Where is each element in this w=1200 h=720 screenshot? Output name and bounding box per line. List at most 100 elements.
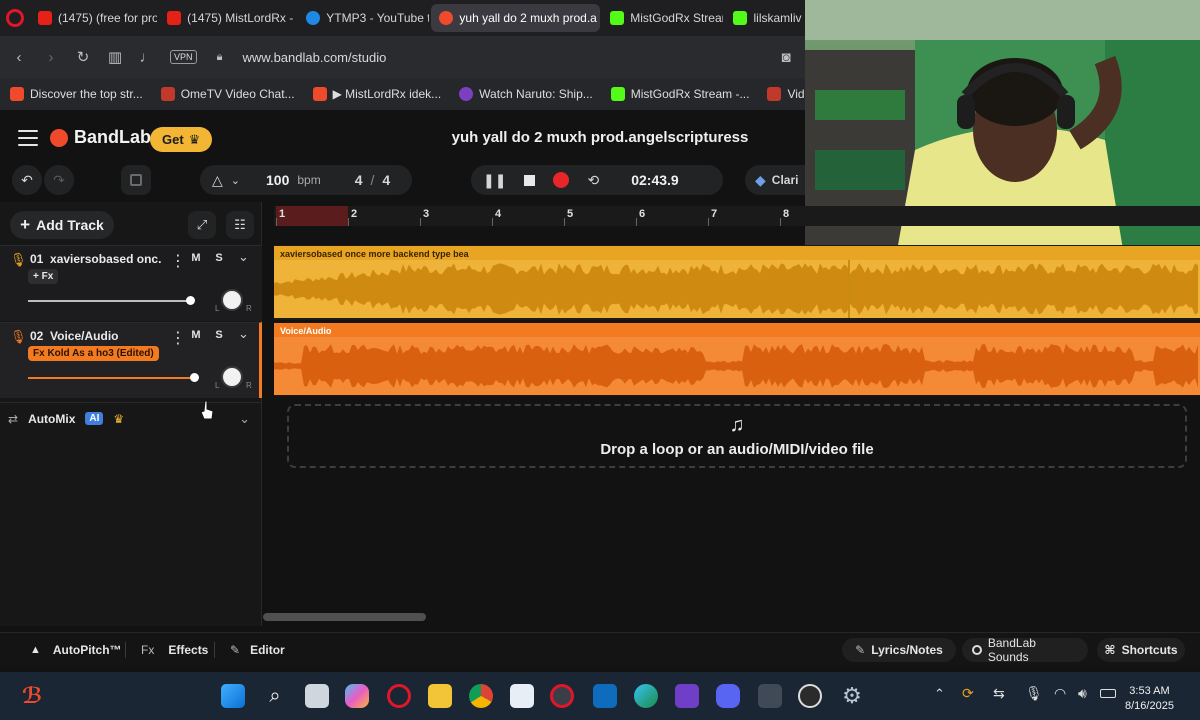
browser-tab[interactable]: (1475) (free for profit): [30, 4, 157, 32]
time-signature-num[interactable]: 4: [355, 172, 363, 188]
volume-slider-handle[interactable]: [186, 296, 195, 305]
bookmark-item[interactable]: Discover the top str...: [10, 87, 143, 101]
more-options-icon[interactable]: ⋮: [170, 251, 186, 271]
copilot-icon[interactable]: [345, 684, 369, 708]
drop-zone[interactable]: ♫ Drop a loop or an audio/MIDI/video fil…: [287, 404, 1187, 468]
chevron-down-icon[interactable]: ⌄: [239, 411, 250, 427]
mute-button[interactable]: M: [187, 326, 205, 344]
shortcuts-button[interactable]: ⌘ Shortcuts: [1097, 638, 1185, 662]
reload-icon[interactable]: ↻: [74, 48, 92, 66]
lyrics-notes-button[interactable]: ✎ Lyrics/Notes: [842, 638, 956, 662]
timeline-ruler[interactable]: [274, 206, 1200, 226]
get-membership-button[interactable]: Get ♛: [150, 127, 213, 152]
audio-region[interactable]: Voice/Audio: [274, 323, 1200, 395]
forward-icon[interactable]: ›: [42, 49, 60, 66]
more-options-icon[interactable]: ⋮: [170, 328, 186, 348]
windows-start-icon[interactable]: [221, 684, 245, 708]
redo-button[interactable]: ↷: [44, 165, 74, 195]
bandlab-logo[interactable]: BandLab: [50, 127, 151, 148]
bookmark-item[interactable]: Video Chat O: [767, 87, 805, 101]
opera-icon[interactable]: [550, 684, 574, 708]
bandlab-taskbar-icon[interactable]: ℬ: [22, 684, 46, 708]
playhead-loop-region[interactable]: [276, 206, 348, 226]
tray-chevron-icon[interactable]: ⌃: [934, 686, 945, 702]
camera-icon[interactable]: [758, 684, 782, 708]
bandlab-sounds-button[interactable]: BandLab Sounds: [962, 636, 1088, 664]
bookmark-item[interactable]: ▶ MistLordRx idek...: [312, 87, 441, 101]
wifi-icon[interactable]: ◠: [1054, 685, 1066, 702]
horizontal-scrollbar[interactable]: [263, 613, 426, 621]
outlook-icon[interactable]: [593, 684, 617, 708]
task-view-icon[interactable]: [305, 684, 329, 708]
chevron-down-icon[interactable]: ⌄: [238, 326, 249, 342]
pan-knob[interactable]: [221, 289, 243, 311]
track-header-selected[interactable]: 🎙︎ 02 Voice/Audio ⋮ M S ⌄ Fx Kold As a h…: [0, 322, 262, 398]
project-title[interactable]: yuh yall do 2 muxh prod.angelscriptures​…: [420, 129, 780, 146]
add-track-button[interactable]: + Add Track: [10, 211, 114, 239]
microphone-icon[interactable]: 🎙︎: [1025, 685, 1043, 702]
network-status-icon[interactable]: ⇆: [993, 685, 1005, 702]
chrome-icon[interactable]: [469, 684, 493, 708]
effects-button[interactable]: Fx Effects: [141, 638, 208, 662]
browser-tab[interactable]: (1475) MistLordRx - Y: [159, 4, 296, 32]
time-signature-den[interactable]: 4: [382, 172, 390, 188]
stop-icon[interactable]: [524, 174, 536, 186]
mixer-icon[interactable]: ☷: [226, 211, 254, 239]
mic-icon[interactable]: ♩: [138, 49, 156, 66]
reader-icon[interactable]: ▥: [106, 48, 124, 66]
metronome-icon[interactable]: △: [212, 172, 223, 189]
record-icon[interactable]: [553, 172, 570, 188]
battery-icon[interactable]: [1100, 689, 1116, 698]
edge-icon[interactable]: [634, 684, 658, 708]
tempo-value[interactable]: 100: [266, 172, 289, 188]
bookmark-item[interactable]: OmeTV Video Chat...: [160, 87, 295, 101]
clarity-button[interactable]: ◆ Clari: [745, 165, 805, 195]
chevron-down-icon[interactable]: ⌄: [231, 174, 240, 187]
automix-row[interactable]: ⇄ AutoMix AI ♛ ⌄: [0, 402, 262, 434]
bookmark-item[interactable]: MistGodRx Stream -...: [610, 87, 749, 101]
pause-icon[interactable]: ❚❚: [483, 172, 506, 189]
track-header[interactable]: 🎙︎ 01 xaviersobased onc... ⋮ M S ⌄ + Fx …: [0, 245, 262, 321]
update-icon[interactable]: ⟳: [962, 685, 974, 702]
loop-icon[interactable]: ⟲: [587, 172, 599, 189]
volume-slider[interactable]: [28, 300, 193, 302]
opera-logo-icon[interactable]: [6, 9, 24, 27]
clock[interactable]: 3:53 AM 8/16/2025: [1125, 684, 1174, 714]
microphone-icon[interactable]: 🎙︎: [10, 329, 27, 345]
clipchamp-icon[interactable]: [675, 684, 699, 708]
track-name[interactable]: Voice/Audio: [50, 329, 118, 343]
track-name[interactable]: xaviersobased onc...: [50, 252, 162, 266]
camera-icon[interactable]: ◙: [777, 49, 795, 66]
volume-slider-handle[interactable]: [190, 373, 199, 382]
settings-gear-icon[interactable]: ⚙: [840, 684, 864, 708]
store-icon[interactable]: [510, 684, 534, 708]
discord-icon[interactable]: [716, 684, 740, 708]
opera-icon[interactable]: [387, 684, 411, 708]
search-icon[interactable]: ⌕: [263, 684, 287, 708]
browser-tab-active[interactable]: yuh yall do 2 muxh prod.a: [431, 4, 601, 32]
menu-icon[interactable]: [18, 130, 38, 146]
solo-button[interactable]: S: [210, 249, 228, 267]
solo-button[interactable]: S: [210, 326, 228, 344]
add-fx-chip[interactable]: + Fx: [28, 269, 59, 284]
url-text[interactable]: www.bandlab.com/studio: [243, 50, 763, 65]
file-explorer-icon[interactable]: [428, 684, 452, 708]
browser-tab[interactable]: MistGodRx Stream: [602, 4, 723, 32]
browser-tab[interactable]: YTMP3 - YouTube to: [298, 4, 429, 32]
autopitch-button[interactable]: ▲ AutoPitch™: [30, 638, 122, 662]
obs-icon[interactable]: [798, 684, 822, 708]
save-icon[interactable]: [121, 165, 151, 195]
bookmark-item[interactable]: Watch Naruto: Ship...: [459, 87, 593, 101]
link-icon[interactable]: ⤢: [188, 211, 216, 239]
microphone-icon[interactable]: 🎙︎: [10, 252, 27, 268]
back-icon[interactable]: ‹: [10, 49, 28, 66]
fx-preset-chip[interactable]: Fx Kold As a ho3 (Edited): [28, 346, 159, 361]
pan-knob[interactable]: [221, 366, 243, 388]
volume-slider[interactable]: [28, 377, 196, 379]
undo-button[interactable]: ↶: [12, 165, 42, 195]
mute-button[interactable]: M: [187, 249, 205, 267]
browser-tab[interactable]: lilskamliv: [725, 4, 805, 32]
editor-button[interactable]: ✎ Editor: [230, 638, 285, 662]
vpn-badge[interactable]: VPN: [170, 50, 197, 64]
chevron-down-icon[interactable]: ⌄: [238, 249, 249, 265]
